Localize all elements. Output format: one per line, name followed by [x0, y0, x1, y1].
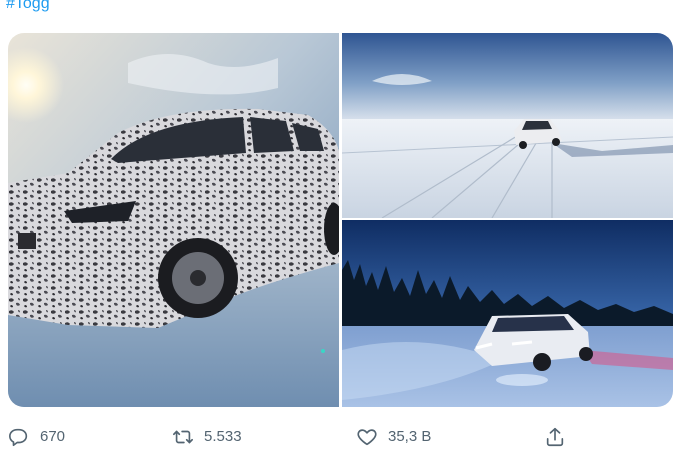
like-count: 35,3 B — [388, 428, 432, 445]
reply-icon — [9, 428, 28, 447]
like-button[interactable]: 35,3 B — [356, 422, 431, 452]
media-photo-2[interactable] — [342, 33, 673, 218]
reply-count: 670 — [40, 428, 66, 445]
retweet-icon — [173, 430, 193, 444]
car-photo-closeup — [8, 33, 339, 407]
heart-icon — [357, 429, 377, 446]
tweet-media-grid — [8, 33, 673, 407]
share-button[interactable] — [544, 422, 566, 452]
reply-button[interactable]: 670 — [8, 422, 65, 452]
hashtag-link[interactable]: #Togg — [6, 0, 50, 13]
car-photo-road — [342, 33, 673, 218]
car-photo-night — [342, 220, 673, 407]
media-photo-1[interactable] — [8, 33, 339, 407]
retweet-count: 5.533 — [204, 428, 242, 445]
media-photo-3[interactable] — [342, 220, 673, 407]
share-icon — [546, 427, 564, 447]
tweet-action-bar: 670 5.533 35,3 B — [0, 422, 690, 452]
retweet-button[interactable]: 5.533 — [172, 422, 242, 452]
